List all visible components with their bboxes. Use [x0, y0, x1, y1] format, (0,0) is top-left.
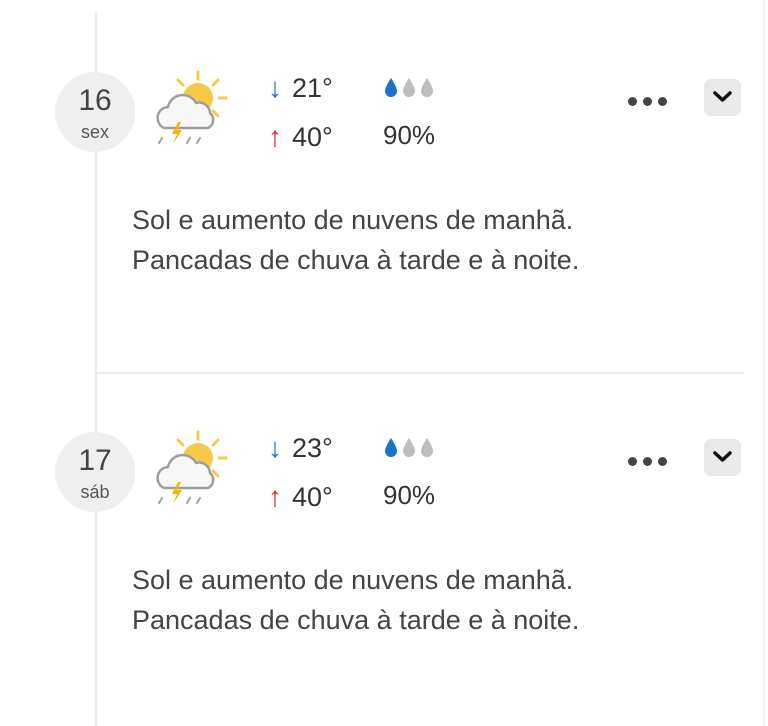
precipitation-chance: 90% — [383, 120, 436, 150]
expand-button[interactable] — [704, 79, 741, 116]
low-temp-value: 21° — [292, 73, 333, 103]
precipitation-chance: 90% — [383, 480, 436, 510]
expand-button[interactable] — [704, 439, 741, 476]
forecast-description: Sol e aumento de nuvens de manhã. Pancad… — [132, 565, 580, 635]
arrow-down-icon: ↓ — [268, 72, 282, 103]
more-options-icon[interactable] — [626, 93, 668, 109]
low-temp-value: 23° — [292, 433, 333, 463]
high-temp-value: 40° — [292, 122, 333, 152]
date-number: 16 — [78, 84, 112, 117]
arrow-up-icon: ↑ — [268, 481, 282, 512]
date-number: 17 — [78, 444, 112, 477]
precipitation-drops-icon — [385, 438, 433, 457]
chevron-down-icon — [713, 91, 732, 102]
high-temperature: ↑ 40° — [268, 481, 333, 513]
chevron-down-icon — [713, 451, 732, 462]
more-options-icon[interactable] — [626, 453, 668, 469]
forecast-day-17: 17 sáb ↓ 23° ↑ 40° 90% Sol e aumento de … — [0, 372, 768, 702]
high-temp-value: 40° — [292, 482, 333, 512]
weekday-label: sex — [80, 122, 109, 142]
weekday-label: sáb — [80, 482, 110, 502]
date-badge: 16 sex — [55, 72, 135, 152]
arrow-down-icon: ↓ — [268, 432, 282, 463]
low-temperature: ↓ 23° — [268, 432, 333, 464]
forecast-description: Sol e aumento de nuvens de manhã. Pancad… — [132, 205, 580, 275]
arrow-up-icon: ↑ — [268, 121, 282, 152]
precipitation-drops-icon — [385, 78, 433, 97]
sun-cloud-thunder-icon — [156, 430, 228, 504]
forecast-day-16: 16 sex ↓ 21° ↑ 40° 90% Sol e aumento de … — [0, 12, 768, 342]
low-temperature: ↓ 21° — [268, 72, 333, 104]
sun-cloud-thunder-icon — [156, 70, 228, 144]
forecast-list: 16 sex ↓ 21° ↑ 40° 90% Sol e aumento de … — [0, 0, 768, 726]
date-badge: 17 sáb — [55, 432, 135, 512]
high-temperature: ↑ 40° — [268, 121, 333, 153]
